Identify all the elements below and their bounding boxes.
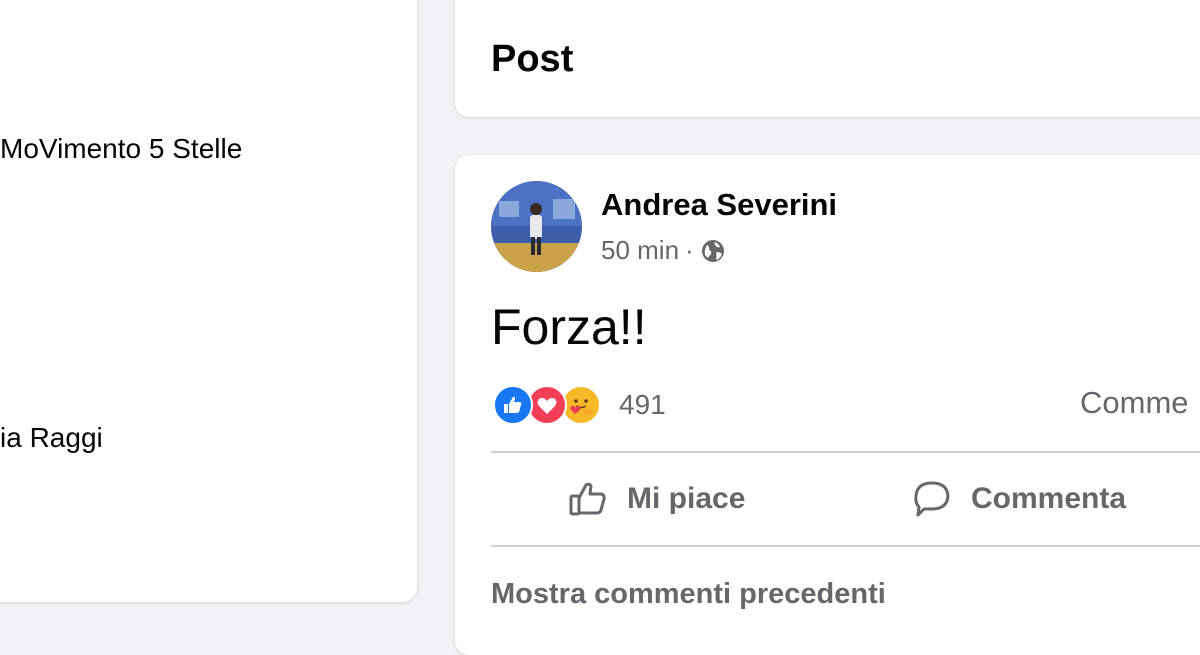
author-name[interactable]: Andrea Severini — [601, 187, 837, 223]
speech-bubble-icon — [911, 478, 953, 520]
left-panel-line[interactable]: MoVimento 5 Stelle — [0, 133, 242, 165]
post-text: Forza!! — [491, 299, 647, 355]
show-previous-comments-link[interactable]: Mostra commenti precedenti — [491, 578, 886, 611]
left-sidebar-card: MoVimento 5 Stelle ia Raggi — [0, 0, 417, 602]
meta-separator: · — [685, 235, 694, 265]
post-timestamp[interactable]: 50 min — [601, 235, 679, 266]
like-button[interactable]: Mi piace — [567, 477, 745, 521]
like-reaction-icon — [493, 385, 533, 425]
post-header-card: Post — [455, 0, 1200, 117]
globe-icon[interactable] — [700, 238, 726, 264]
comment-button[interactable]: Commenta — [911, 477, 1126, 521]
comment-button-label: Commenta — [971, 482, 1127, 515]
love-reaction-icon — [527, 385, 567, 425]
post-card: Andrea Severini 50 min · Forza!! 491 Com… — [455, 155, 1200, 655]
left-panel-line[interactable]: ia Raggi — [0, 422, 103, 454]
comments-count-link[interactable]: Comme — [1080, 385, 1189, 421]
reaction-count[interactable]: 491 — [619, 389, 666, 421]
page-title: Post — [491, 38, 574, 80]
divider — [491, 451, 1200, 453]
like-button-label: Mi piace — [627, 482, 746, 515]
author-avatar[interactable] — [491, 181, 582, 272]
care-reaction-icon — [561, 385, 601, 425]
reactions-summary[interactable]: 491 — [493, 384, 666, 426]
post-meta: 50 min · — [601, 235, 726, 266]
thumbs-up-icon — [567, 478, 609, 520]
divider — [491, 545, 1200, 547]
